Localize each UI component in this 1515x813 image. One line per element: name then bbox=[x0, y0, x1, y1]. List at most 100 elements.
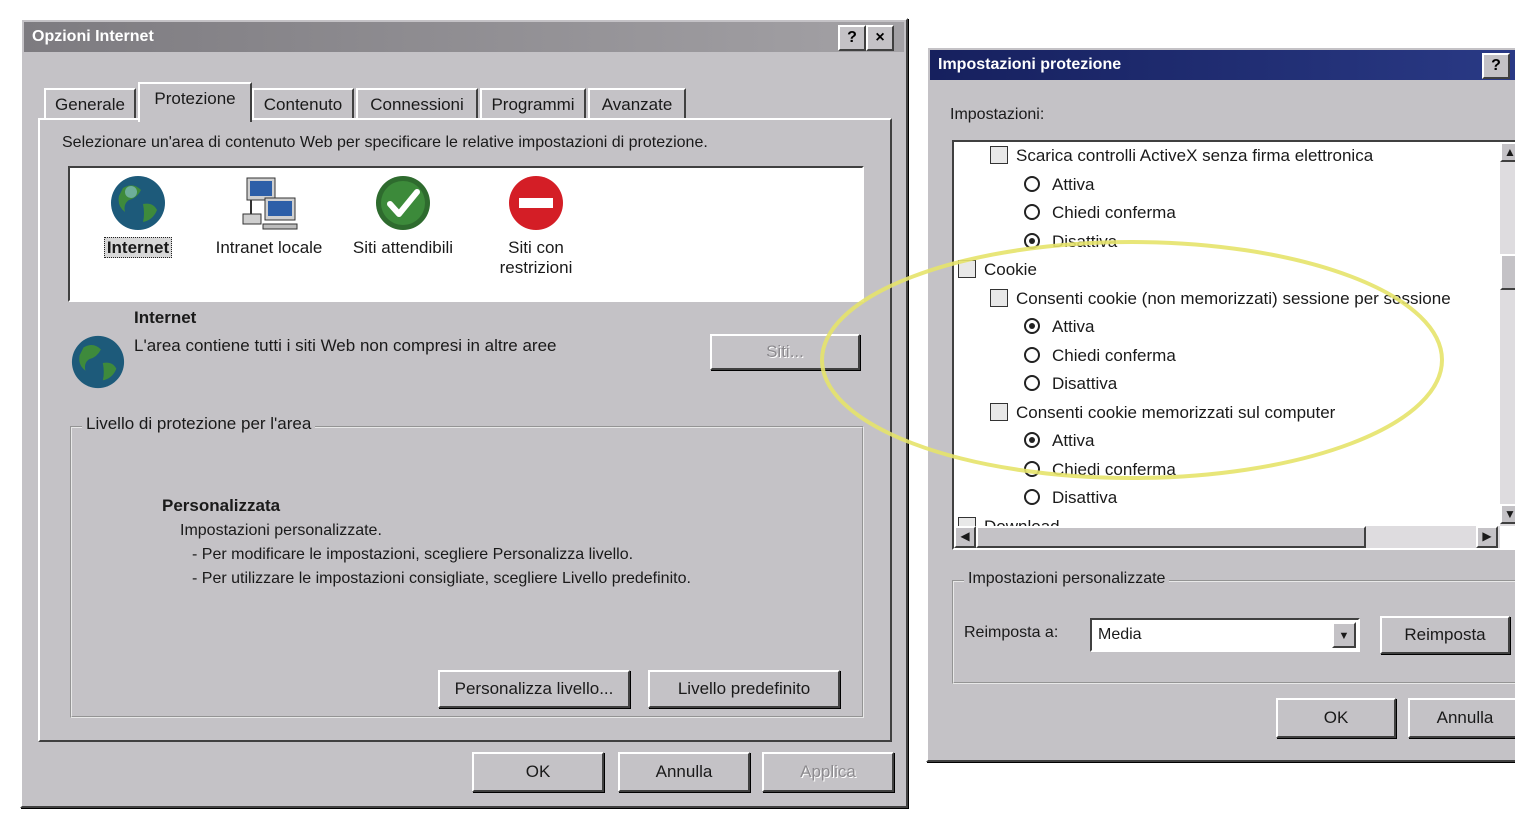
zone-restricted[interactable]: Siti con restrizioni bbox=[484, 174, 588, 278]
tree-row-label: Disattiva bbox=[1052, 488, 1118, 507]
reset-to-dropdown[interactable]: Media ▼ bbox=[1090, 618, 1360, 652]
checkmark-icon bbox=[374, 174, 432, 232]
radio-button[interactable] bbox=[1024, 232, 1040, 249]
sites-button[interactable]: Siti... bbox=[710, 334, 860, 370]
tree-setting[interactable]: Scarica controlli ActiveX senza firma el… bbox=[990, 146, 1373, 166]
radio-button[interactable] bbox=[1024, 375, 1040, 391]
tree-category[interactable]: Cookie bbox=[958, 260, 1037, 280]
settings-label: Impostazioni: bbox=[950, 106, 1045, 123]
scroll-down-icon[interactable]: ▼ bbox=[1500, 504, 1515, 524]
radio-button[interactable] bbox=[1024, 318, 1040, 334]
level-name: Personalizzata bbox=[162, 496, 281, 515]
protection-tab-panel: Selezionare un'area di contenuto Web per… bbox=[38, 118, 892, 742]
close-icon: × bbox=[875, 29, 885, 46]
internet-options-titlebar[interactable]: Opzioni Internet bbox=[24, 22, 904, 52]
tab-label: Avanzate bbox=[601, 95, 673, 114]
vertical-scrollbar[interactable]: ▲ ▼ bbox=[1500, 142, 1515, 526]
help-button[interactable]: ? bbox=[1482, 53, 1510, 79]
zone-list: Internet Intranet locale Siti attendibil… bbox=[68, 166, 864, 302]
instruction-text: Selezionare un'area di contenuto Web per… bbox=[62, 134, 708, 151]
tree-row-label: Chiedi conferma bbox=[1052, 459, 1176, 479]
tab-label: Generale bbox=[55, 95, 125, 114]
ok-button-label: OK bbox=[525, 762, 551, 781]
radio-button[interactable] bbox=[1024, 346, 1040, 363]
tree-option[interactable]: Attiva bbox=[1024, 175, 1095, 195]
level-desc-line-3: - Per utilizzare le impostazioni consigl… bbox=[192, 570, 691, 587]
tab-programmi[interactable]: Programmi bbox=[480, 88, 586, 120]
scroll-left-icon[interactable]: ◀ bbox=[954, 526, 976, 548]
radio-button[interactable] bbox=[1024, 489, 1040, 505]
globe-icon bbox=[109, 174, 167, 232]
scroll-right-icon[interactable]: ▶ bbox=[1476, 526, 1498, 548]
reset-to-label: Reimposta a: bbox=[964, 624, 1059, 641]
tree-row-label: Attiva bbox=[1052, 431, 1095, 450]
horizontal-scrollbar[interactable]: ◀ ▶ bbox=[954, 526, 1500, 548]
zone-info-description: L'area contiene tutti i siti Web non com… bbox=[134, 336, 557, 355]
zone-info-title: Internet bbox=[134, 308, 197, 327]
tree-option[interactable]: Attiva bbox=[1024, 431, 1095, 451]
scroll-thumb[interactable] bbox=[1500, 254, 1515, 290]
ok-button[interactable]: OK bbox=[472, 752, 604, 792]
zone-internet[interactable]: Internet bbox=[88, 174, 188, 258]
custom-settings-label: Impostazioni personalizzate bbox=[964, 570, 1170, 588]
scroll-up-icon[interactable]: ▲ bbox=[1500, 142, 1515, 162]
radio-button[interactable] bbox=[1024, 204, 1040, 220]
settings-tree[interactable]: Scarica controlli ActiveX senza firma el… bbox=[952, 140, 1515, 550]
help-icon: ? bbox=[1491, 57, 1501, 74]
ok-button[interactable]: OK bbox=[1276, 698, 1396, 738]
tab-protezione[interactable]: Protezione bbox=[138, 82, 252, 122]
chevron-down-icon[interactable]: ▼ bbox=[1332, 622, 1356, 648]
setting-item-icon bbox=[990, 146, 1008, 164]
apply-button-label: Applica bbox=[800, 762, 856, 781]
tree-setting[interactable]: Consenti cookie memorizzati sul computer bbox=[990, 402, 1335, 423]
tree-setting[interactable]: Consenti cookie (non memorizzati) sessio… bbox=[990, 288, 1451, 309]
reset-button-label: Reimposta bbox=[1404, 625, 1486, 644]
tree-option[interactable]: Chiedi conferma bbox=[1024, 460, 1176, 480]
dialog-title: Opzioni Internet bbox=[32, 28, 154, 45]
zone-info-globe-icon bbox=[70, 334, 126, 395]
cancel-button[interactable]: Annulla bbox=[1408, 698, 1515, 738]
level-desc-line-1: Impostazioni personalizzate. bbox=[180, 522, 382, 539]
tree-option[interactable]: Disattiva bbox=[1024, 232, 1117, 252]
tree-option[interactable]: Chiedi conferma bbox=[1024, 203, 1176, 223]
security-settings-dialog: Impostazioni protezione ? Impostazioni: … bbox=[926, 46, 1515, 762]
tab-contenuto[interactable]: Contenuto bbox=[252, 88, 354, 120]
close-button[interactable]: × bbox=[866, 25, 894, 51]
help-icon: ? bbox=[847, 29, 857, 46]
tree-row-label: Disattiva bbox=[1052, 231, 1118, 251]
tree-row-label: Disattiva bbox=[1052, 374, 1118, 393]
tree-option[interactable]: Attiva bbox=[1024, 317, 1095, 337]
globe-icon bbox=[71, 335, 125, 389]
sites-button-label: Siti... bbox=[766, 342, 804, 361]
zone-label: Intranet locale bbox=[215, 238, 323, 257]
zone-trusted[interactable]: Siti attendibili bbox=[340, 174, 466, 258]
settings-category-icon bbox=[958, 260, 976, 278]
radio-button[interactable] bbox=[1024, 175, 1040, 192]
internet-options-dialog: Opzioni Internet ? × Generale Protezione… bbox=[20, 18, 908, 808]
scroll-h-thumb[interactable] bbox=[976, 526, 1366, 548]
tree-row-label: Attiva bbox=[1052, 317, 1095, 336]
tree-option[interactable]: Disattiva bbox=[1024, 374, 1117, 394]
tab-avanzate[interactable]: Avanzate bbox=[588, 88, 686, 120]
cancel-button[interactable]: Annulla bbox=[618, 752, 750, 792]
tree-row-label: Cookie bbox=[984, 260, 1037, 279]
zone-intranet[interactable]: Intranet locale bbox=[204, 174, 334, 258]
setting-item-icon bbox=[990, 288, 1008, 307]
radio-button[interactable] bbox=[1024, 460, 1040, 477]
tab-label: Contenuto bbox=[263, 95, 343, 114]
reset-button[interactable]: Reimposta bbox=[1380, 616, 1510, 654]
customize-level-label: Personalizza livello... bbox=[454, 679, 614, 698]
default-level-button[interactable]: Livello predefinito bbox=[648, 670, 840, 708]
tree-row-label: Chiedi conferma bbox=[1052, 203, 1176, 222]
customize-level-button[interactable]: Personalizza livello... bbox=[438, 670, 630, 708]
tree-option[interactable]: Chiedi conferma bbox=[1024, 346, 1176, 366]
dialog-title: Impostazioni protezione bbox=[938, 56, 1122, 73]
tab-generale[interactable]: Generale bbox=[44, 88, 136, 120]
radio-button[interactable] bbox=[1024, 432, 1040, 448]
apply-button[interactable]: Applica bbox=[762, 752, 894, 792]
help-button[interactable]: ? bbox=[838, 25, 866, 51]
tree-option[interactable]: Disattiva bbox=[1024, 488, 1117, 508]
security-settings-titlebar[interactable]: Impostazioni protezione bbox=[930, 50, 1515, 80]
tab-connessioni[interactable]: Connessioni bbox=[356, 88, 478, 120]
reset-to-value: Media bbox=[1098, 626, 1142, 643]
